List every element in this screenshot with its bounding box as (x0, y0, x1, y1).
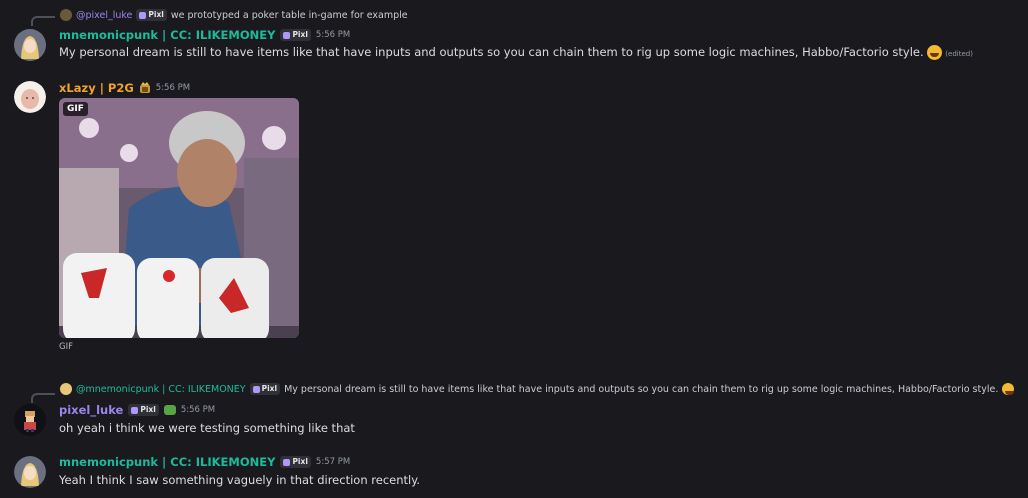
avatar[interactable] (14, 456, 46, 488)
guild-tag-icon (283, 31, 291, 39)
reply-text[interactable]: My personal dream is still to have items… (284, 384, 998, 395)
message-header: mnemonicpunk | CC: ILIKEMONEY Pixl 5:57 … (59, 455, 350, 469)
guild-tag[interactable]: Pixl (280, 29, 311, 41)
timestamp[interactable]: 5:56 PM (156, 83, 190, 93)
gif-embed[interactable]: GIF (59, 98, 299, 338)
message-text: oh yeah i think we were testing somethin… (59, 421, 355, 435)
username[interactable]: mnemonicpunk | CC: ILIKEMONEY (59, 28, 275, 42)
guild-tag-icon (131, 406, 139, 414)
grin-emoji-icon[interactable] (927, 45, 943, 60)
avatar[interactable] (14, 81, 46, 113)
message-text: My personal dream is still to have items… (59, 45, 973, 60)
guild-tag[interactable]: Pixl (280, 456, 311, 468)
username[interactable]: mnemonicpunk | CC: ILIKEMONEY (59, 455, 275, 469)
reply-avatar (60, 383, 72, 395)
reply-preview[interactable]: @mnemonicpunk | CC: ILIKEMONEY Pixl My p… (60, 383, 1015, 395)
guild-tag[interactable]: Pixl (136, 9, 167, 21)
timestamp[interactable]: 5:56 PM (181, 405, 215, 415)
message-text: Yeah I think I saw something vaguely in … (59, 473, 421, 487)
reply-author[interactable]: @pixel_luke (76, 10, 132, 21)
reply-spine (31, 16, 55, 26)
gif-caption: GIF (59, 342, 73, 352)
reply-author[interactable]: @mnemonicpunk | CC: ILIKEMONEY (76, 384, 246, 395)
reply-text[interactable]: we prototyped a poker table in-game for … (171, 10, 408, 21)
reply-preview[interactable]: @pixel_luke Pixl we prototyped a poker t… (60, 9, 408, 21)
timestamp[interactable]: 5:57 PM (316, 457, 350, 467)
gif-image[interactable] (59, 98, 299, 338)
edited-label: (edited) (945, 50, 973, 58)
reply-spine (31, 393, 55, 403)
guild-tag-icon (283, 458, 291, 466)
guild-tag[interactable]: Pixl (249, 383, 281, 395)
badge-icon[interactable] (163, 405, 176, 415)
guild-tag-icon (252, 385, 260, 393)
avatar[interactable] (14, 404, 46, 436)
message-header: pixel_luke Pixl 5:56 PM (59, 403, 215, 417)
timestamp[interactable]: 5:56 PM (316, 30, 350, 40)
username[interactable]: xLazy | P2G (59, 81, 134, 95)
role-icon[interactable] (139, 82, 151, 94)
guild-tag-icon (139, 11, 147, 19)
reply-avatar (60, 9, 72, 21)
avatar[interactable] (14, 29, 46, 61)
gif-badge: GIF (63, 102, 88, 116)
guild-tag[interactable]: Pixl (128, 404, 159, 416)
message-header: xLazy | P2G 5:56 PM (59, 81, 190, 95)
username[interactable]: pixel_luke (59, 403, 123, 417)
message-header: mnemonicpunk | CC: ILIKEMONEY Pixl 5:56 … (59, 28, 350, 42)
grin-emoji-icon (1002, 383, 1015, 395)
